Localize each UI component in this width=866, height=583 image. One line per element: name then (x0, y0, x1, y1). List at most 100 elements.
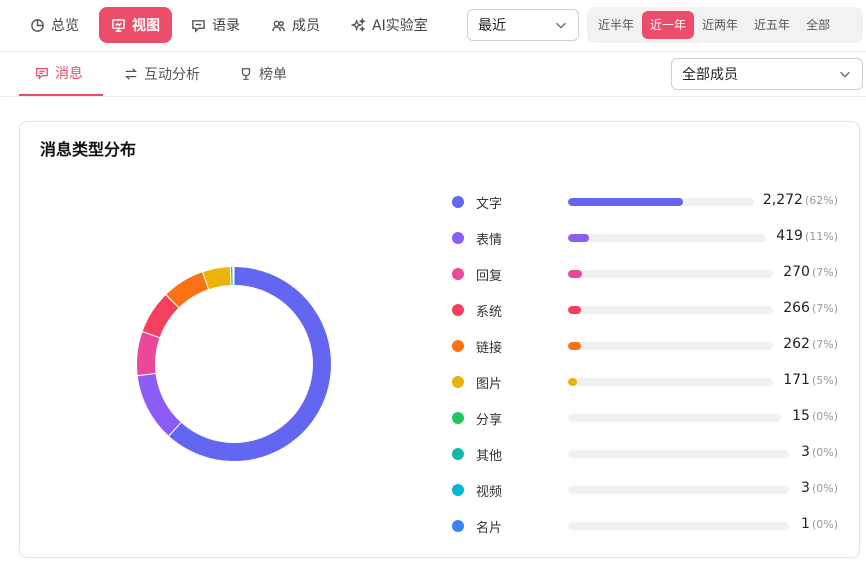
legend-value: 419 (11%) (776, 228, 838, 244)
bar-fill (568, 306, 582, 314)
legend-item[interactable]: 分享 15 (0%) (452, 408, 842, 428)
bar-track (568, 198, 754, 206)
chevron-down-icon (840, 71, 850, 78)
legend-item[interactable]: 表情 419 (11%) (452, 228, 842, 248)
percent-label: (5%) (811, 374, 838, 387)
legend-label: 回复 (476, 269, 503, 284)
top-nav: 总览 视图 语录 成员 AI实验室 最近 近半年 近一年 近两年 近五年 全部 (0, 0, 866, 52)
period-select[interactable]: 最近 (467, 9, 579, 41)
swap-icon (125, 68, 137, 80)
tab-label: 互动分析 (144, 67, 200, 83)
percent-label: (7%) (811, 338, 838, 351)
value-label: 419 (776, 228, 803, 244)
legend-color-dot (452, 412, 464, 424)
donut-slice[interactable] (230, 267, 233, 286)
legend-item[interactable]: 名片 1 (0%) (452, 516, 842, 536)
bar-track (568, 486, 789, 494)
range-two-years[interactable]: 近两年 (694, 11, 746, 39)
donut-slice[interactable] (137, 373, 181, 436)
legend-value: 1 (0%) (801, 516, 838, 532)
bar-fill (568, 378, 577, 386)
legend-item[interactable]: 系统 266 (7%) (452, 300, 842, 320)
legend-value: 15 (0%) (792, 408, 838, 424)
nav-item-label: 视图 (132, 18, 160, 34)
bar-track (568, 342, 773, 350)
value-label: 3 (801, 480, 810, 496)
legend-label: 链接 (476, 341, 503, 356)
bar-fill (568, 234, 590, 242)
legend-label: 文字 (476, 197, 503, 212)
percent-label: (0%) (811, 482, 838, 495)
legend-color-dot (452, 196, 464, 208)
trophy-icon (241, 68, 251, 80)
legend-item[interactable]: 视频 3 (0%) (452, 480, 842, 500)
tab-messages[interactable]: 消息 (19, 52, 103, 96)
bar-track (568, 378, 773, 386)
nav-item-overview[interactable]: 总览 (18, 7, 91, 43)
legend-label: 其他 (476, 449, 503, 464)
time-range-selector: 近半年 近一年 近两年 近五年 全部 (587, 7, 863, 43)
percent-label: (0%) (811, 410, 838, 423)
value-label: 266 (783, 300, 810, 316)
member-select-value: 全部成员 (682, 67, 738, 83)
nav-item-label: 语录 (212, 18, 240, 34)
legend-color-dot (452, 448, 464, 460)
nav-item-label: 成员 (292, 18, 320, 34)
percent-label: (11%) (804, 230, 838, 243)
card-title: 消息类型分布 (40, 140, 137, 159)
tab-label: 榜单 (259, 67, 287, 83)
quote-icon (192, 19, 205, 33)
percent-label: (7%) (811, 266, 838, 279)
legend-color-dot (452, 484, 464, 496)
chevron-down-icon (556, 22, 566, 29)
range-five-years[interactable]: 近五年 (746, 11, 798, 39)
value-label: 15 (792, 408, 810, 424)
percent-label: (0%) (811, 518, 838, 531)
tab-leaderboard[interactable]: 榜单 (223, 52, 303, 96)
legend-value: 3 (0%) (801, 480, 838, 496)
overview-icon (31, 18, 44, 32)
tab-interaction-analysis[interactable]: 互动分析 (108, 52, 216, 96)
legend-value: 2,272 (62%) (763, 192, 838, 208)
chart-view-icon (112, 18, 125, 32)
donut-slice[interactable] (142, 295, 179, 338)
legend-item[interactable]: 图片 171 (5%) (452, 372, 842, 392)
legend-label: 图片 (476, 377, 503, 392)
nav-item-members[interactable]: 成员 (259, 7, 332, 43)
range-one-year[interactable]: 近一年 (642, 11, 695, 39)
donut-slice[interactable] (137, 332, 160, 376)
sparkle-icon (351, 17, 366, 32)
legend-label: 分享 (476, 413, 503, 428)
bar-track (568, 234, 766, 242)
value-label: 270 (783, 264, 810, 280)
legend-item[interactable]: 回复 270 (7%) (452, 264, 842, 284)
legend-label: 名片 (476, 521, 503, 536)
nav-item-ai-lab[interactable]: AI实验室 (339, 7, 440, 43)
legend-item[interactable]: 链接 262 (7%) (452, 336, 842, 356)
legend-value: 266 (7%) (783, 300, 838, 316)
bar-track (568, 270, 773, 278)
value-label: 171 (783, 372, 810, 388)
donut-slice[interactable] (203, 267, 231, 290)
legend-label: 视频 (476, 485, 503, 500)
message-icon (36, 67, 48, 80)
donut-slice[interactable] (166, 272, 209, 308)
legend-item[interactable]: 文字 2,272 (62%) (452, 192, 842, 212)
nav-item-quotes[interactable]: 语录 (179, 7, 252, 43)
percent-label: (0%) (811, 446, 838, 459)
bar-fill (568, 342, 582, 350)
range-all[interactable]: 全部 (798, 11, 838, 39)
members-icon (272, 20, 285, 31)
bar-track (568, 414, 781, 422)
nav-item-view[interactable]: 视图 (99, 7, 172, 43)
bar-track (568, 522, 789, 530)
legend-color-dot (452, 232, 464, 244)
nav-item-label: AI实验室 (372, 18, 428, 34)
legend-item[interactable]: 其他 3 (0%) (452, 444, 842, 464)
legend-value: 3 (0%) (801, 444, 838, 460)
range-half-year[interactable]: 近半年 (590, 11, 642, 39)
member-select[interactable]: 全部成员 (671, 58, 863, 90)
percent-label: (62%) (804, 194, 838, 207)
legend-label: 系统 (476, 305, 503, 320)
legend-color-dot (452, 268, 464, 280)
